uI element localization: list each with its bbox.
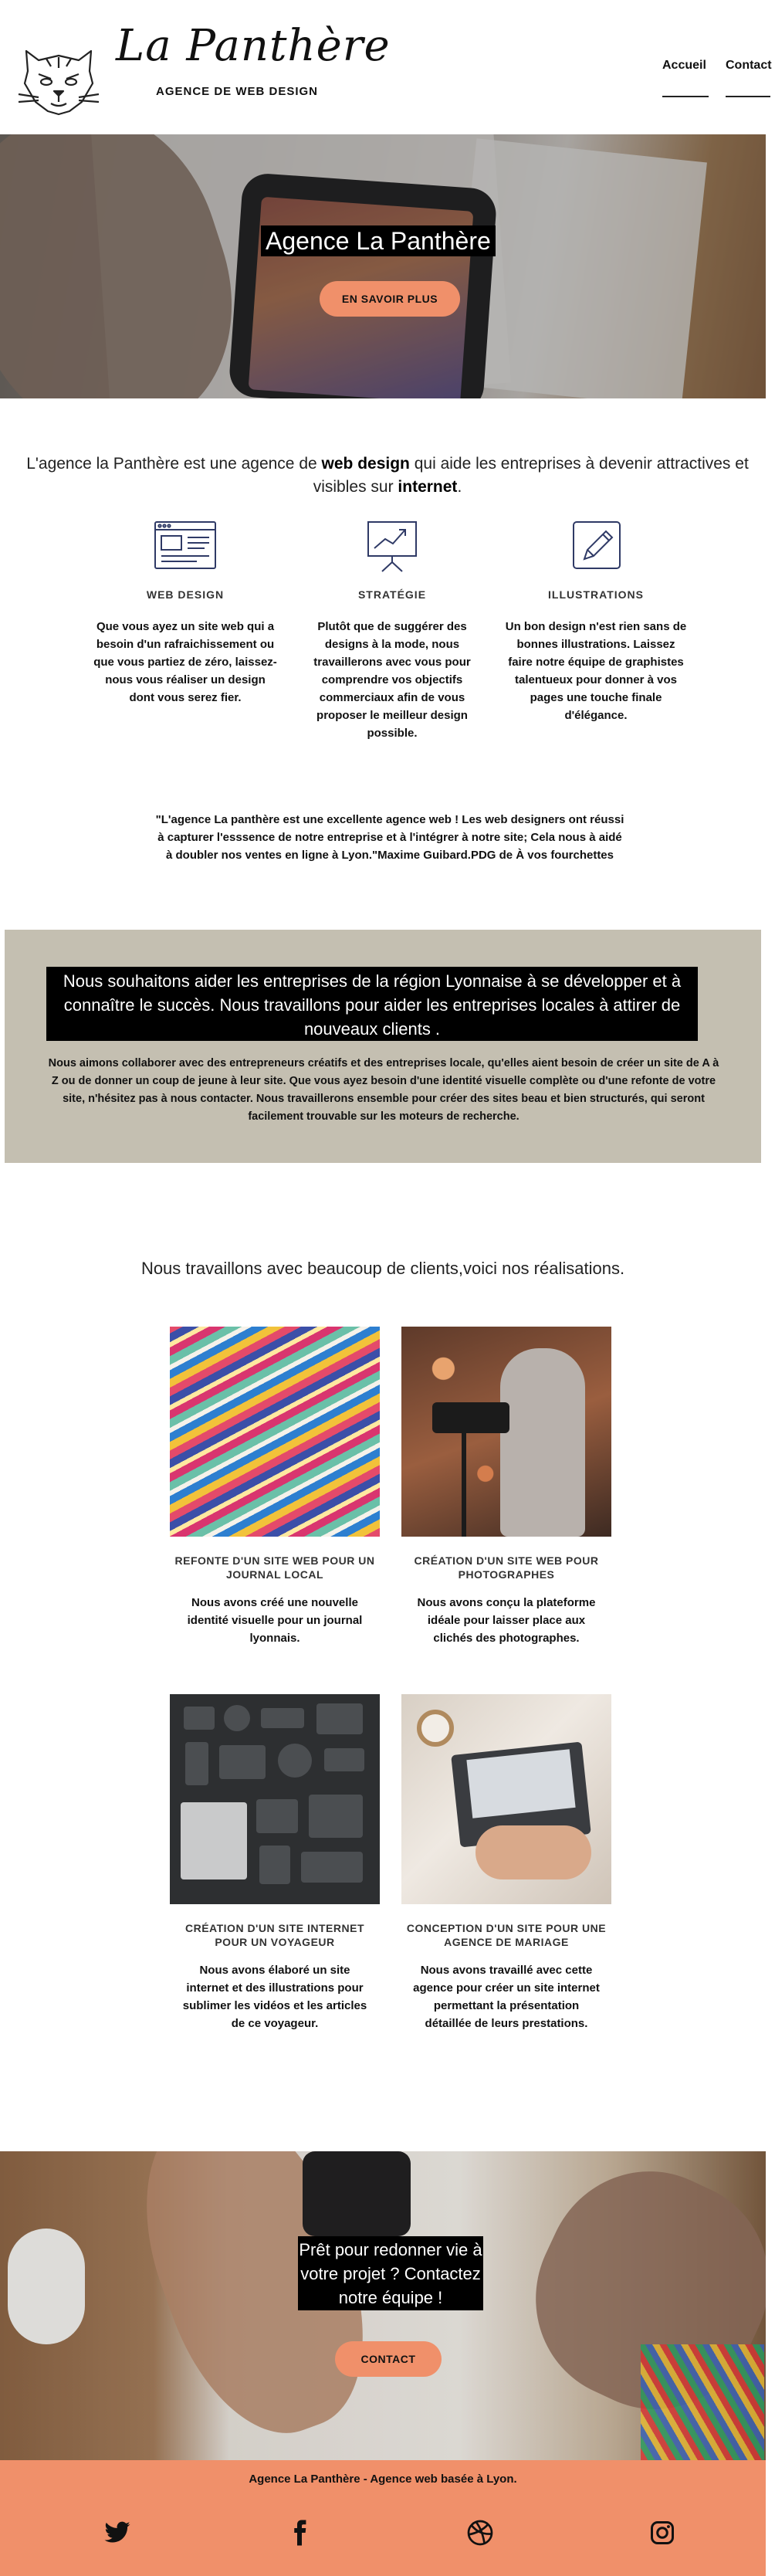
work-title: REFONTE D'UN SITE WEB POUR UN JOURNAL LO… <box>174 1554 375 1581</box>
work-text: Nous avons travaillé avec cette agence p… <box>413 1964 600 2030</box>
site-header: La Panthère AGENCE DE WEB DESIGN Accueil… <box>0 0 775 134</box>
learn-more-button[interactable]: EN SAVOIR PLUS <box>320 281 460 317</box>
service-title: STRATÉGIE <box>357 588 427 601</box>
pencil-edit-icon <box>573 521 621 569</box>
contact-button[interactable]: CONTACT <box>335 2341 442 2377</box>
instagram-icon[interactable] <box>648 2519 676 2547</box>
service-text: Un bon design n'est rien sans de bonnes … <box>505 620 687 722</box>
service-strategie: STRATÉGIE Plutôt que de suggérer des des… <box>300 519 485 742</box>
dribbble-icon[interactable] <box>466 2519 494 2547</box>
work-title: CRÉATION D'UN SITE INTERNET POUR UN VOYA… <box>184 1922 365 1948</box>
testimonial-quote: "L'agence La panthère est une excellente… <box>155 813 624 862</box>
work-image-photographer[interactable] <box>401 1327 611 1537</box>
work-card[interactable]: CONCEPTION D'UN SITE POUR UNE AGENCE DE … <box>401 1694 611 2032</box>
works-title: Nous travaillons avec beaucoup de client… <box>140 1259 625 1278</box>
mission-band: Nous souhaitons aider les entreprises de… <box>5 930 761 1163</box>
hero-title: Agence La Panthère <box>261 225 496 256</box>
work-image-magazines[interactable] <box>170 1327 380 1537</box>
site-footer: Agence La Panthère - Agence web basée à … <box>0 2460 766 2576</box>
mission-heading: Nous souhaitons aider les entreprises de… <box>46 967 698 1041</box>
service-illustrations: ILLUSTRATIONS Un bon design n'est rien s… <box>503 519 689 724</box>
nav-link-accueil[interactable]: Accueil <box>662 59 709 97</box>
work-image-travel-gear[interactable] <box>170 1694 380 1904</box>
intro-text: L'agence la Panthère est une agence de w… <box>26 455 749 496</box>
brand-tagline: AGENCE DE WEB DESIGN <box>156 85 319 98</box>
contact-cta-banner: Prêt pour redonner vie à votre projet ? … <box>0 2151 766 2460</box>
service-text: Que vous ayez un site web qui a besoin d… <box>93 620 277 704</box>
work-card[interactable]: CRÉATION D'UN SITE WEB POUR PHOTOGRAPHES… <box>401 1327 611 1647</box>
work-text: Nous avons créé une nouvelle identité vi… <box>187 1596 363 1645</box>
facebook-icon[interactable] <box>286 2519 313 2547</box>
work-title: CRÉATION D'UN SITE WEB POUR PHOTOGRAPHES <box>414 1554 599 1581</box>
work-card[interactable]: REFONTE D'UN SITE WEB POUR UN JOURNAL LO… <box>170 1327 380 1647</box>
work-image-wedding-desk[interactable] <box>401 1694 611 1904</box>
work-text: Nous avons conçu la plateforme idéale po… <box>417 1596 596 1645</box>
footer-text: Agence La Panthère - Agence web basée à … <box>249 2473 517 2486</box>
service-web-design: WEB DESIGN Que vous ayez un site web qui… <box>93 519 278 707</box>
mission-text: Nous aimons collaborer avec des entrepre… <box>48 1057 719 1123</box>
panther-logo-icon[interactable] <box>15 40 102 117</box>
work-title: CONCEPTION D'UN SITE POUR UNE AGENCE DE … <box>406 1922 607 1948</box>
work-text: Nous avons élaboré un site internet et d… <box>182 1964 367 2030</box>
brand-name[interactable]: La Panthère <box>116 25 391 68</box>
work-card[interactable]: CRÉATION D'UN SITE INTERNET POUR UN VOYA… <box>170 1694 380 2032</box>
service-title: ILLUSTRATIONS <box>548 588 644 601</box>
browser-layout-icon <box>154 521 216 569</box>
hero-banner: Agence La Panthère EN SAVOIR PLUS <box>0 134 766 398</box>
nav-link-contact[interactable]: Contact <box>726 59 772 97</box>
cta-title: Prêt pour redonner vie à votre projet ? … <box>298 2236 483 2310</box>
service-title: WEB DESIGN <box>146 588 225 601</box>
twitter-icon[interactable] <box>103 2519 131 2547</box>
chart-board-icon <box>367 521 417 572</box>
service-text: Plutôt que de suggérer des designs à la … <box>313 620 471 740</box>
